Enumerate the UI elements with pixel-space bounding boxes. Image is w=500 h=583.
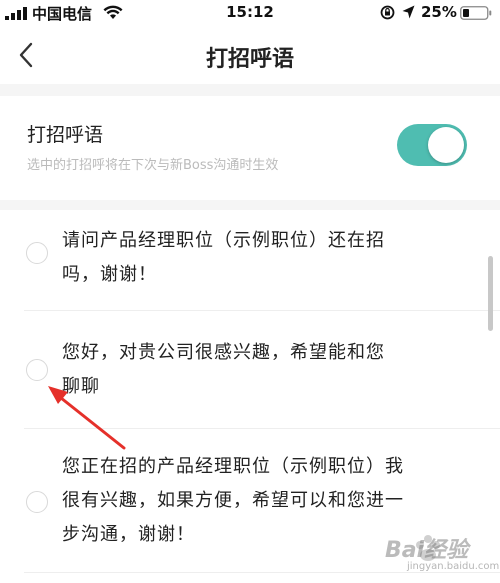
greeting-option-1[interactable]: 请问产品经理职位（示例职位）还在招 吗，谢谢！ (0, 210, 500, 310)
battery-icon (460, 6, 492, 20)
status-bar: 中国电信 15:12 25% (0, 0, 500, 26)
radio-button[interactable] (26, 242, 48, 264)
switch-knob (428, 127, 464, 163)
nav-bar: 打招呼语 (0, 26, 500, 84)
greeting-line: 很有兴趣，如果方便，希望可以和您进一 (62, 490, 404, 511)
radio-button[interactable] (26, 359, 48, 381)
section-divider (0, 200, 500, 210)
greeting-text: 请问产品经理职位（示例职位）还在招 吗，谢谢！ (62, 224, 472, 292)
battery-percent: 25% (421, 3, 457, 21)
scrollbar[interactable] (488, 256, 493, 331)
toggle-description: 选中的打招呼将在下次与新Boss沟通时生效 (27, 158, 279, 173)
toggle-label: 打招呼语 (27, 124, 104, 146)
greeting-line: 您好，对贵公司很感兴趣，希望能和您 (62, 342, 385, 363)
watermark-subtext: jingyan.baidu.com (407, 561, 500, 572)
greeting-line: 请问产品经理职位（示例职位）还在招 (62, 230, 385, 251)
greeting-line: 吗，谢谢！ (62, 264, 157, 285)
radio-button[interactable] (26, 491, 48, 513)
rotation-lock-icon (380, 5, 395, 20)
greeting-line: 您正在招的产品经理职位（示例职位）我 (62, 456, 404, 477)
greeting-toggle-section: 打招呼语 选中的打招呼将在下次与新Boss沟通时生效 (0, 96, 500, 206)
greeting-toggle-switch[interactable] (397, 124, 467, 166)
location-icon (402, 5, 415, 19)
page-title: 打招呼语 (205, 47, 294, 72)
watermark-text: Bai经验 (385, 538, 469, 563)
annotation-arrow-icon (48, 386, 126, 450)
